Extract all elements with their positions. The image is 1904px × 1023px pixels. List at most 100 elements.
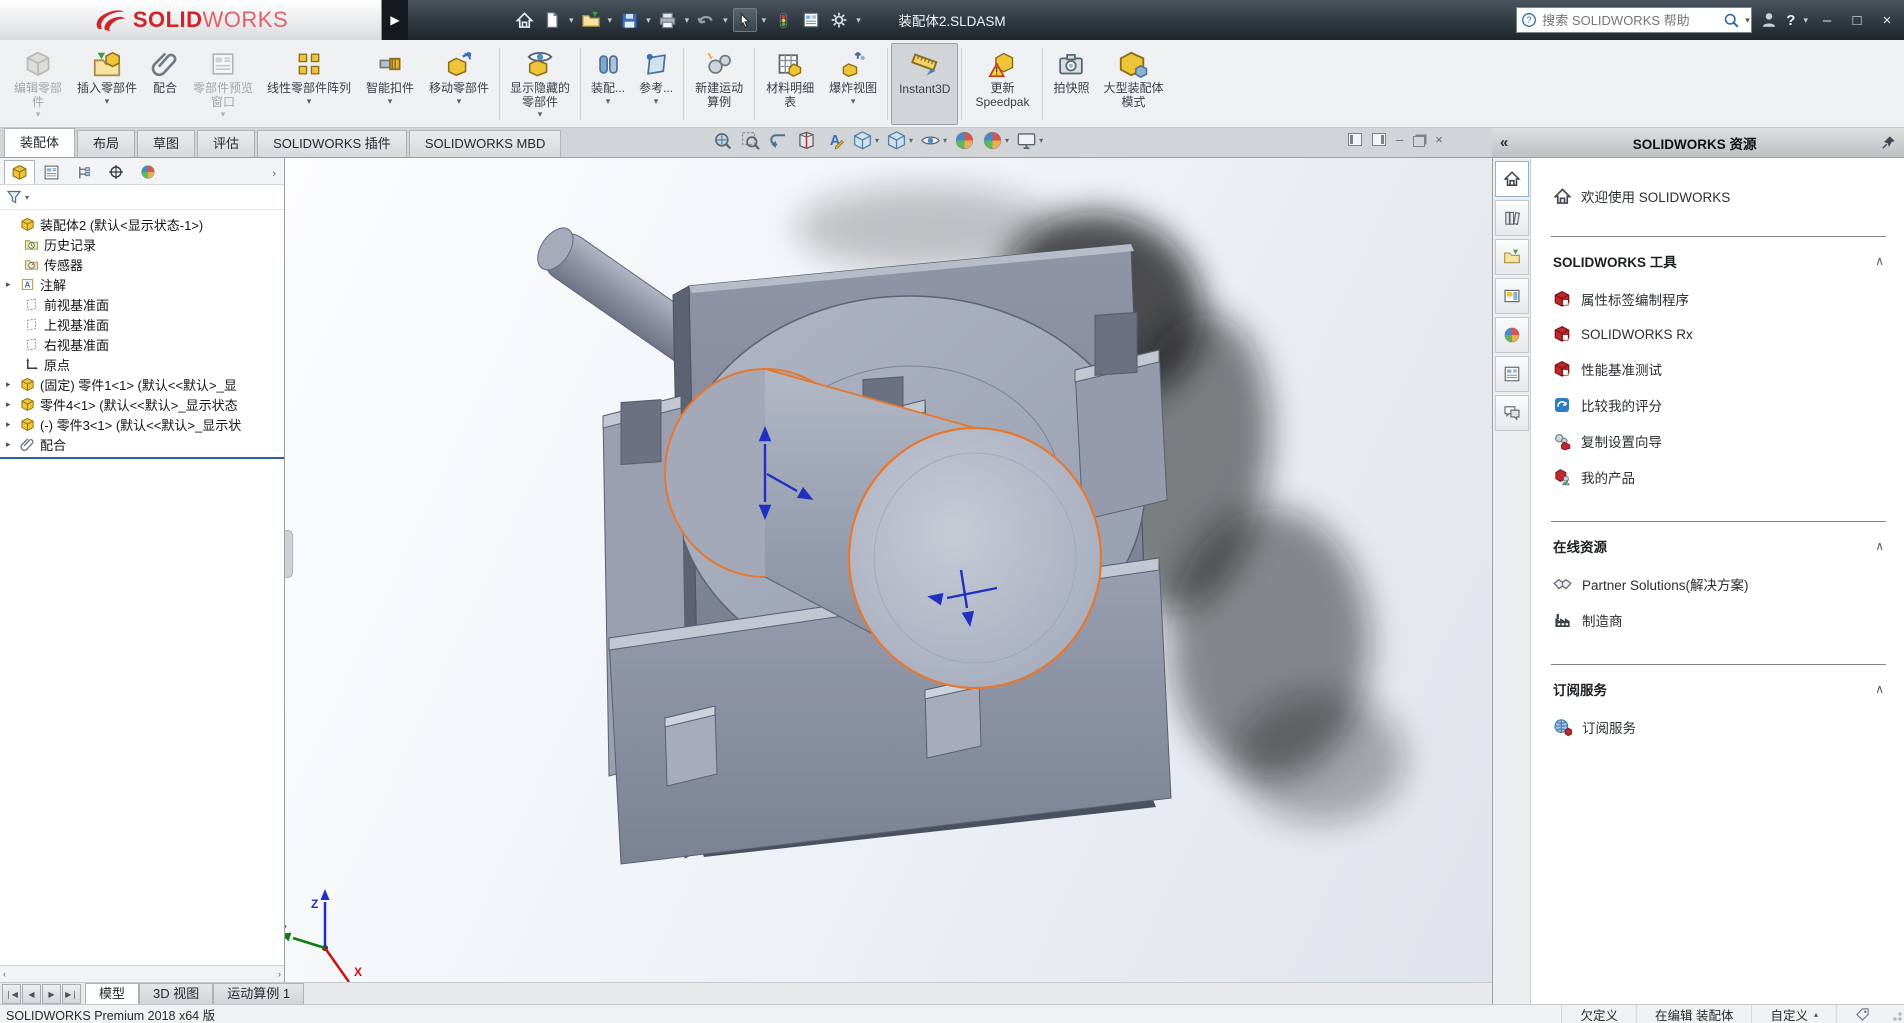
open-button[interactable] (579, 8, 603, 32)
help-menu-button[interactable]: ? (1786, 12, 1795, 29)
link-partner-solutions[interactable]: Partner Solutions(解决方案) (1551, 566, 1886, 602)
undo-dropdown-icon[interactable]: ▾ (723, 15, 728, 26)
link-copy-settings-wizard[interactable]: 复制设置向导 (1551, 423, 1886, 459)
expand-arrow-icon[interactable]: ▸ (6, 419, 15, 430)
featuremanager-tree-tab[interactable] (4, 160, 35, 184)
collapse-right-pane-icon[interactable] (1372, 133, 1386, 146)
hide-show-items-icon[interactable]: ▾ (920, 130, 947, 151)
rollback-bar[interactable] (0, 457, 284, 459)
new-dropdown-icon[interactable]: ▾ (569, 15, 574, 26)
help-search-box[interactable]: ▾ (1516, 7, 1752, 33)
tab-solidworks-addins[interactable]: SOLIDWORKS 插件 (257, 130, 407, 157)
tab-assembly[interactable]: 装配体 (4, 128, 75, 157)
ribbon-assembly-features[interactable]: 装配...▾ (584, 43, 632, 125)
section-subscription-services[interactable]: 订阅服务 ∧ (1551, 667, 1886, 709)
resources-tab[interactable] (1495, 161, 1529, 197)
login-user-icon[interactable] (1760, 11, 1778, 29)
assembly-model[interactable]: Z Y X (285, 158, 1492, 982)
filter-dropdown-icon[interactable]: ▾ (25, 193, 29, 202)
previous-view-icon[interactable] (768, 130, 789, 151)
scroll-right-icon[interactable]: › (278, 969, 281, 979)
scroll-left-icon[interactable]: ‹ (3, 969, 6, 979)
print-dropdown-icon[interactable]: ▾ (685, 15, 690, 26)
3d-views-tab[interactable]: 3D 视图 (139, 983, 213, 1004)
tree-horizontal-scrollbar[interactable]: ‹ › (0, 965, 284, 982)
minimize-button[interactable]: – (1816, 12, 1838, 29)
tree-item-mates[interactable]: ▸ 配合 (0, 434, 284, 454)
ribbon-exploded-view[interactable]: 爆炸视图▾ (822, 43, 884, 125)
search-input[interactable] (1542, 13, 1718, 28)
tab-solidworks-mbd[interactable]: SOLIDWORKS MBD (409, 130, 562, 157)
welcome-link[interactable]: 欢迎使用 SOLIDWORKS (1553, 186, 1886, 206)
tree-item-part1[interactable]: ▸ (固定) 零件1<1> (默认<<默认>_显 (0, 374, 284, 394)
collapse-chevron-icon[interactable]: ∧ (1875, 539, 1884, 553)
model-tab[interactable]: 模型 (85, 983, 139, 1004)
maximize-button[interactable]: □ (1846, 12, 1868, 29)
select-tool-button[interactable] (733, 8, 757, 32)
ribbon-instant3d[interactable]: Instant3D (891, 43, 958, 125)
design-library-tab[interactable] (1495, 200, 1529, 236)
ribbon-insert-component[interactable]: 插入零部件▾ (70, 43, 144, 125)
tab-layout[interactable]: 布局 (77, 130, 135, 157)
tree-filter-bar[interactable]: ▾ (0, 185, 284, 210)
home-button[interactable] (512, 8, 536, 32)
ribbon-take-snapshot[interactable]: 拍快照 (1046, 43, 1096, 125)
tree-item-history[interactable]: 历史记录 (0, 234, 284, 254)
tab-sketch[interactable]: 草图 (137, 130, 195, 157)
display-style-icon[interactable]: ▾ (886, 130, 913, 151)
new-document-button[interactable] (540, 8, 564, 32)
file-properties-button[interactable] (799, 8, 823, 32)
expand-arrow-icon[interactable]: ▸ (6, 399, 15, 410)
panel-flyout-arrow-icon[interactable]: › (272, 168, 282, 184)
apply-scene-icon[interactable]: ▾ (982, 130, 1009, 151)
save-button[interactable] (617, 8, 641, 32)
link-performance-benchmark[interactable]: 性能基准测试 (1551, 351, 1886, 387)
next-tab-button[interactable]: ▶ (42, 984, 61, 1004)
viewport-restore-icon[interactable] (1413, 136, 1425, 147)
edit-appearance-icon[interactable] (954, 130, 975, 151)
expand-arrow-icon[interactable]: ▸ (6, 379, 15, 390)
collapse-chevron-icon[interactable]: ∧ (1875, 682, 1884, 696)
first-tab-button[interactable]: ❘◀ (2, 984, 21, 1004)
expand-arrow-icon[interactable]: ▸ (6, 279, 15, 290)
forum-tab[interactable] (1495, 395, 1529, 431)
tab-evaluate[interactable]: 评估 (197, 130, 255, 157)
options-dropdown-icon[interactable]: ▾ (856, 15, 861, 26)
units-selector[interactable]: 自定义▴ (1751, 1005, 1836, 1023)
custom-properties-tab[interactable] (1495, 356, 1529, 392)
options-button[interactable] (827, 8, 851, 32)
file-explorer-tab[interactable] (1495, 239, 1529, 275)
save-dropdown-icon[interactable]: ▾ (646, 15, 651, 26)
appearances-tab[interactable] (1495, 317, 1529, 353)
link-subscription-services[interactable]: 订阅服务 (1551, 709, 1886, 745)
rebuild-button[interactable] (771, 8, 795, 32)
tree-item-part3[interactable]: ▸ (-) 零件3<1> (默认<<默认>_显示状 (0, 414, 284, 434)
tag-button[interactable] (1836, 1005, 1888, 1023)
search-icon[interactable] (1723, 12, 1740, 29)
motion-study-tab[interactable]: 运动算例 1 (213, 983, 304, 1004)
ribbon-show-hidden-components[interactable]: 显示隐藏的零部件▾ (503, 43, 577, 125)
link-compare-my-score[interactable]: 比较我的评分 (1551, 387, 1886, 423)
close-button[interactable]: × (1876, 12, 1898, 29)
help-dropdown-icon[interactable]: ▾ (1803, 15, 1808, 26)
ribbon-large-assembly-mode[interactable]: 大型装配体模式 (1096, 43, 1170, 125)
ribbon-reference-geometry[interactable]: 参考...▾ (632, 43, 680, 125)
display-manager-tab[interactable] (132, 160, 163, 184)
expand-arrow-icon[interactable]: ▸ (6, 439, 15, 450)
viewport-close-icon[interactable]: × (1435, 132, 1443, 147)
select-dropdown-icon[interactable]: ▾ (762, 15, 767, 26)
ribbon-bill-of-materials[interactable]: 材料明细表 (758, 43, 822, 125)
view-annotations-icon[interactable] (824, 130, 845, 151)
print-button[interactable] (656, 8, 680, 32)
view-settings-icon[interactable]: ▾ (1016, 130, 1043, 151)
tree-item-annotations[interactable]: ▸ 注解 (0, 274, 284, 294)
link-manufacturers[interactable]: 制造商 (1551, 602, 1886, 638)
tree-item-origin[interactable]: 原点 (0, 354, 284, 374)
tree-item-sensors[interactable]: 传感器 (0, 254, 284, 274)
logo-flyout-button[interactable]: ▶ (382, 0, 408, 40)
last-tab-button[interactable]: ▶❘ (62, 984, 81, 1004)
undo-button[interactable] (694, 8, 718, 32)
ribbon-linear-pattern[interactable]: 线性零部件阵列▾ (260, 43, 358, 125)
link-my-products[interactable]: 我的产品 (1551, 459, 1886, 495)
section-online-resources[interactable]: 在线资源 ∧ (1551, 524, 1886, 566)
